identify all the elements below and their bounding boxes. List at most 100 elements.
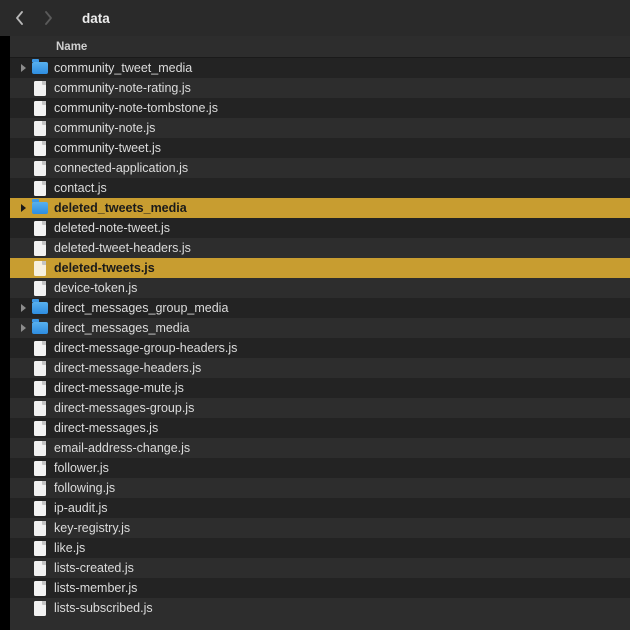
file-icon [32, 540, 48, 556]
file-icon [32, 180, 48, 196]
file-row[interactable]: direct_messages_group_media [10, 298, 630, 318]
file-name: direct-message-mute.js [54, 381, 184, 395]
file-row[interactable]: key-registry.js [10, 518, 630, 538]
file-name: deleted-tweets.js [54, 261, 155, 275]
file-name: device-token.js [54, 281, 137, 295]
file-name: like.js [54, 541, 85, 555]
file-icon [32, 140, 48, 156]
file-icon [32, 340, 48, 356]
file-name: key-registry.js [54, 521, 130, 535]
file-row[interactable]: following.js [10, 478, 630, 498]
file-row[interactable]: direct-messages-group.js [10, 398, 630, 418]
file-name: direct-message-group-headers.js [54, 341, 237, 355]
file-name: lists-subscribed.js [54, 601, 153, 615]
file-name: connected-application.js [54, 161, 188, 175]
file-name: community-note-tombstone.js [54, 101, 218, 115]
file-name: lists-member.js [54, 581, 137, 595]
file-row[interactable]: deleted_tweets_media [10, 198, 630, 218]
file-row[interactable]: community-note.js [10, 118, 630, 138]
file-icon [32, 440, 48, 456]
file-icon [32, 600, 48, 616]
file-name: community-note-rating.js [54, 81, 191, 95]
file-name: lists-created.js [54, 561, 134, 575]
disclosure-triangle-icon[interactable] [18, 63, 28, 73]
file-icon [32, 160, 48, 176]
file-row[interactable]: lists-member.js [10, 578, 630, 598]
file-row[interactable]: deleted-note-tweet.js [10, 218, 630, 238]
chevron-left-icon [15, 11, 25, 25]
file-row[interactable]: deleted-tweet-headers.js [10, 238, 630, 258]
file-icon [32, 100, 48, 116]
file-row[interactable]: direct-messages.js [10, 418, 630, 438]
file-name: community-note.js [54, 121, 155, 135]
file-row[interactable]: email-address-change.js [10, 438, 630, 458]
disclosure-triangle-icon[interactable] [18, 203, 28, 213]
file-row[interactable]: community-note-tombstone.js [10, 98, 630, 118]
file-row[interactable]: community-note-rating.js [10, 78, 630, 98]
file-name: follower.js [54, 461, 109, 475]
file-row[interactable]: direct-message-headers.js [10, 358, 630, 378]
file-name: deleted_tweets_media [54, 201, 187, 215]
file-name: contact.js [54, 181, 107, 195]
file-name: following.js [54, 481, 115, 495]
folder-icon [32, 320, 48, 336]
file-icon [32, 80, 48, 96]
file-icon [32, 400, 48, 416]
file-icon [32, 500, 48, 516]
file-icon [32, 220, 48, 236]
file-name: direct_messages_group_media [54, 301, 228, 315]
file-row[interactable]: like.js [10, 538, 630, 558]
file-rows: community_tweet_media community-note-rati… [10, 58, 630, 618]
file-row[interactable]: deleted-tweets.js [10, 258, 630, 278]
file-name: deleted-note-tweet.js [54, 221, 170, 235]
file-name: direct-messages-group.js [54, 401, 194, 415]
file-icon [32, 580, 48, 596]
file-icon [32, 380, 48, 396]
file-name: direct-message-headers.js [54, 361, 201, 375]
file-name: direct-messages.js [54, 421, 158, 435]
folder-icon [32, 60, 48, 76]
file-icon [32, 240, 48, 256]
file-icon [32, 480, 48, 496]
file-row[interactable]: direct-message-mute.js [10, 378, 630, 398]
file-row[interactable]: community_tweet_media [10, 58, 630, 78]
nav-forward-button[interactable] [36, 6, 60, 30]
folder-icon [32, 300, 48, 316]
disclosure-triangle-icon[interactable] [18, 303, 28, 313]
file-name: direct_messages_media [54, 321, 190, 335]
file-row[interactable]: follower.js [10, 458, 630, 478]
file-icon [32, 260, 48, 276]
file-row[interactable]: contact.js [10, 178, 630, 198]
file-name: email-address-change.js [54, 441, 190, 455]
file-icon [32, 280, 48, 296]
file-icon [32, 120, 48, 136]
column-header-name[interactable]: Name [10, 41, 87, 53]
file-row[interactable]: ip-audit.js [10, 498, 630, 518]
file-icon [32, 520, 48, 536]
file-row[interactable]: lists-subscribed.js [10, 598, 630, 618]
left-gutter [0, 36, 10, 630]
file-icon [32, 420, 48, 436]
file-name: community-tweet.js [54, 141, 161, 155]
disclosure-triangle-icon[interactable] [18, 323, 28, 333]
chevron-right-icon [43, 11, 53, 25]
toolbar: data [0, 0, 630, 36]
file-name: community_tweet_media [54, 61, 192, 75]
file-icon [32, 360, 48, 376]
path-title: data [82, 11, 110, 26]
file-list-pane[interactable]: Name community_tweet_media community-note… [10, 36, 630, 630]
file-row[interactable]: direct-message-group-headers.js [10, 338, 630, 358]
column-header-row[interactable]: Name [10, 36, 630, 58]
nav-back-button[interactable] [8, 6, 32, 30]
file-icon [32, 560, 48, 576]
main-area: Name community_tweet_media community-note… [0, 36, 630, 630]
file-row[interactable]: community-tweet.js [10, 138, 630, 158]
file-name: ip-audit.js [54, 501, 108, 515]
file-name: deleted-tweet-headers.js [54, 241, 191, 255]
file-row[interactable]: device-token.js [10, 278, 630, 298]
folder-icon [32, 200, 48, 216]
file-row[interactable]: connected-application.js [10, 158, 630, 178]
file-row[interactable]: lists-created.js [10, 558, 630, 578]
file-row[interactable]: direct_messages_media [10, 318, 630, 338]
file-icon [32, 460, 48, 476]
